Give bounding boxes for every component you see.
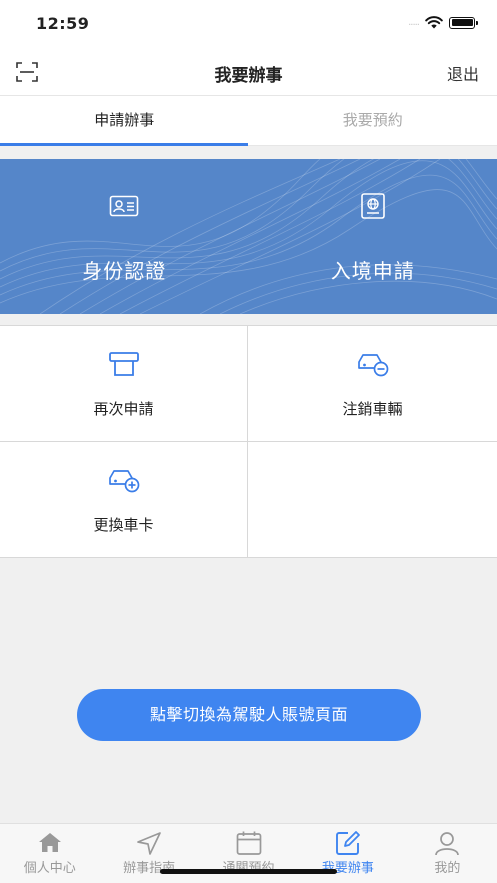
reapply-item[interactable]: 再次申請 [0,326,248,442]
edit-icon [335,831,360,855]
home-icon [38,833,61,852]
car-minus-icon [357,354,388,377]
navigation-icon [137,832,161,855]
user-icon [435,832,460,856]
tabbar-personal-center[interactable]: 個人中心 [0,824,99,883]
entry-application-item[interactable]: 入境申請 [249,159,497,314]
car-plus-icon [108,470,139,493]
battery-icon [449,16,478,29]
exit-button[interactable]: 退出 [447,61,479,85]
replace-card-item[interactable]: 更換車卡 [0,442,248,558]
signal-icon: ..... [408,17,420,28]
tab-apply-label: 申請辦事 [94,111,155,129]
switch-driver-account-button[interactable]: 點擊切換為駕駛人賬號頁面 [77,689,421,741]
entry-application-label: 入境申請 [330,259,415,283]
tab-bar: 申請辦事 我要預約 [0,96,497,146]
tab-reservation-label: 我要預約 [342,111,403,129]
identity-verification-label: 身份認證 [82,259,167,283]
tabbar-mine[interactable]: 我的 [398,824,497,883]
cancel-vehicle-item[interactable]: 注銷車輛 [248,326,497,442]
status-time: 12:59 [36,14,90,33]
calendar-icon [236,831,261,855]
tabbar-my-services[interactable]: 我要辦事 [298,824,397,883]
wifi-icon [425,16,443,29]
nav-bar: 我要辦事 退出 [0,48,497,96]
tabbar-service-guide[interactable]: 辦事指南 [99,824,198,883]
page-title: 我要辦事 [214,66,283,86]
replace-card-label: 更換車卡 [93,516,154,534]
tabbar-label: 我的 [434,861,461,876]
tabbar-label: 個人中心 [23,861,76,876]
reapply-icon [108,352,139,376]
service-grid: 再次申請 注銷車輛 更換車卡 [0,325,497,558]
passport-icon [360,193,385,219]
tabbar-customs-reservation[interactable]: 通關預約 [199,824,298,883]
home-indicator [160,869,337,874]
reapply-label: 再次申請 [93,400,154,418]
service-banner: 身份認證 入境申請 [0,159,497,314]
bottom-tab-bar: 個人中心 辦事指南 通關預約 我要辦事 我的 [0,823,497,883]
tab-reservation[interactable]: 我要預約 [249,96,497,145]
empty-cell [248,442,497,558]
tab-apply[interactable]: 申請辦事 [0,96,249,146]
id-card-icon [109,195,139,217]
status-bar: 12:59 ..... [0,0,497,48]
status-indicators: ..... [408,16,478,29]
identity-verification-item[interactable]: 身份認證 [0,159,249,314]
cancel-vehicle-label: 注銷車輛 [342,400,403,418]
tab-active-indicator [0,143,248,146]
